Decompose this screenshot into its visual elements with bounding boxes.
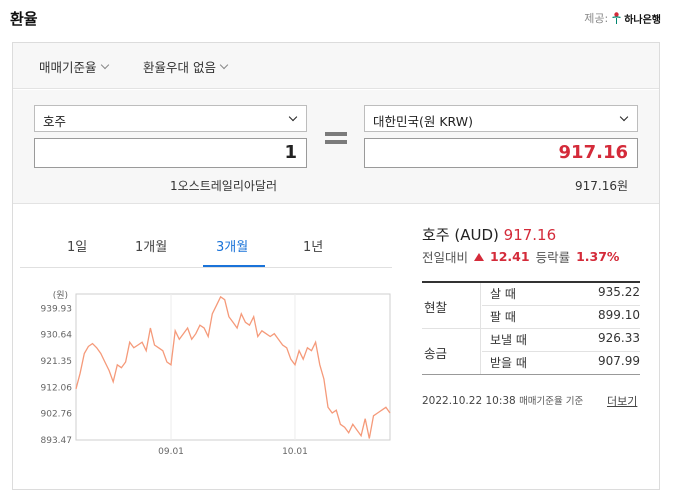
from-currency-select[interactable]: 호주	[34, 105, 307, 132]
chart-y-tick-label: 893.47	[41, 436, 73, 446]
rate-row-sell: 팔 때 899.10	[422, 308, 640, 331]
summary-value: 917.16	[503, 226, 557, 244]
hana-bank-logo[interactable]: 하나은행	[611, 11, 661, 26]
chart-y-tick-label: 939.93	[41, 304, 73, 314]
provider-info: 제공: 하나은행	[584, 10, 661, 26]
tab-1month[interactable]: 1개월	[135, 236, 167, 255]
to-currency-label: 대한민국(원 KRW)	[373, 114, 473, 129]
period-tabs: 1일 1개월 3개월 1년	[20, 224, 392, 268]
buy-value: 935.22	[598, 285, 640, 299]
chart-y-tick-label: 921.35	[41, 357, 73, 367]
receive-label: 받을 때	[490, 356, 527, 370]
from-amount-desc: 1오스트레일리아달러	[170, 179, 277, 193]
provider-name: 하나은행	[624, 14, 661, 26]
provider-label: 제공:	[584, 12, 609, 25]
tab-1day[interactable]: 1일	[67, 236, 87, 255]
chart-y-tick-label: 912.06	[41, 383, 73, 393]
page-title: 환율	[10, 10, 38, 28]
chevron-down-icon	[288, 112, 298, 122]
day-change-value: 12.41	[490, 249, 530, 264]
rate-chart: 09.01 10.01 (원) 939.93 930.64 921.35 912.06 902…	[41, 290, 391, 457]
buy-label: 살 때	[490, 287, 516, 301]
rate-timestamp: 2022.10.22 10:38	[422, 395, 516, 407]
chevron-down-icon	[219, 60, 229, 70]
receive-value: 907.99	[598, 354, 640, 368]
preferential-dropdown[interactable]: 환율우대 없음	[143, 57, 229, 76]
rate-footer: 2022.10.22 10:38 매매기준율 기준	[422, 393, 583, 407]
chevron-down-icon	[100, 60, 109, 70]
active-tab-indicator	[203, 265, 265, 267]
rate-basis-dropdown[interactable]: 매매기준율	[39, 57, 109, 76]
chart-x-tick-label: 10.01	[282, 447, 308, 457]
rates-table: 현찰 송금 살 때 935.22 팔 때 899.10 보낼 때 926.33 …	[422, 281, 640, 375]
chart-y-tick-label: 902.76	[41, 410, 73, 420]
to-amount-desc: 917.16원	[575, 179, 629, 193]
rate-row-buy: 살 때 935.22	[422, 285, 640, 308]
equals-icon	[325, 132, 347, 148]
chart-x-tick-label: 09.01	[158, 447, 184, 457]
tab-1year[interactable]: 1년	[303, 236, 323, 255]
day-change-label: 전일대비	[422, 250, 469, 265]
sell-value: 899.10	[598, 308, 640, 322]
rate-row-send: 보낼 때 926.33	[422, 331, 640, 354]
sell-label: 팔 때	[490, 310, 516, 324]
chart-y-tick-label: 930.64	[41, 331, 73, 341]
send-value: 926.33	[598, 331, 640, 345]
chart-plot-area	[75, 293, 391, 441]
currency-summary-title: 호주 (AUD) 917.16	[422, 224, 556, 245]
to-currency-select[interactable]: 대한민국(원 KRW)	[364, 105, 638, 132]
rate-change-label: 등락률	[535, 250, 571, 265]
preferential-label: 환율우대 없음	[143, 60, 216, 75]
hana-logo-icon	[612, 12, 622, 24]
filter-bar: 매매기준율 환율우대 없음	[13, 43, 659, 89]
to-amount-input[interactable]: 917.16	[364, 138, 638, 168]
tab-3month[interactable]: 3개월	[216, 236, 248, 255]
summary-currency: 호주 (AUD)	[422, 226, 499, 244]
more-link[interactable]: 더보기	[607, 393, 637, 409]
currency-converter: 호주 1 1오스트레일리아달러 대한민국(원 KRW) 917.16 917.1…	[13, 90, 659, 204]
rate-row-receive: 받을 때 907.99	[422, 354, 640, 377]
header: 환율 제공: 하나은행	[0, 0, 673, 36]
up-arrow-icon	[474, 252, 485, 261]
rate-basis-label: 매매기준율	[39, 60, 97, 75]
day-change: 전일대비 12.41 등락률 1.37%	[422, 247, 619, 266]
from-amount-input[interactable]: 1	[34, 138, 307, 168]
send-label: 보낼 때	[490, 333, 527, 347]
chart-y-axis-label: (원)	[53, 290, 68, 301]
rate-change-value: 1.37%	[576, 249, 620, 264]
chevron-down-icon	[619, 112, 629, 122]
rate-basis-note: 매매기준율 기준	[519, 396, 584, 407]
from-currency-label: 호주	[43, 114, 67, 129]
